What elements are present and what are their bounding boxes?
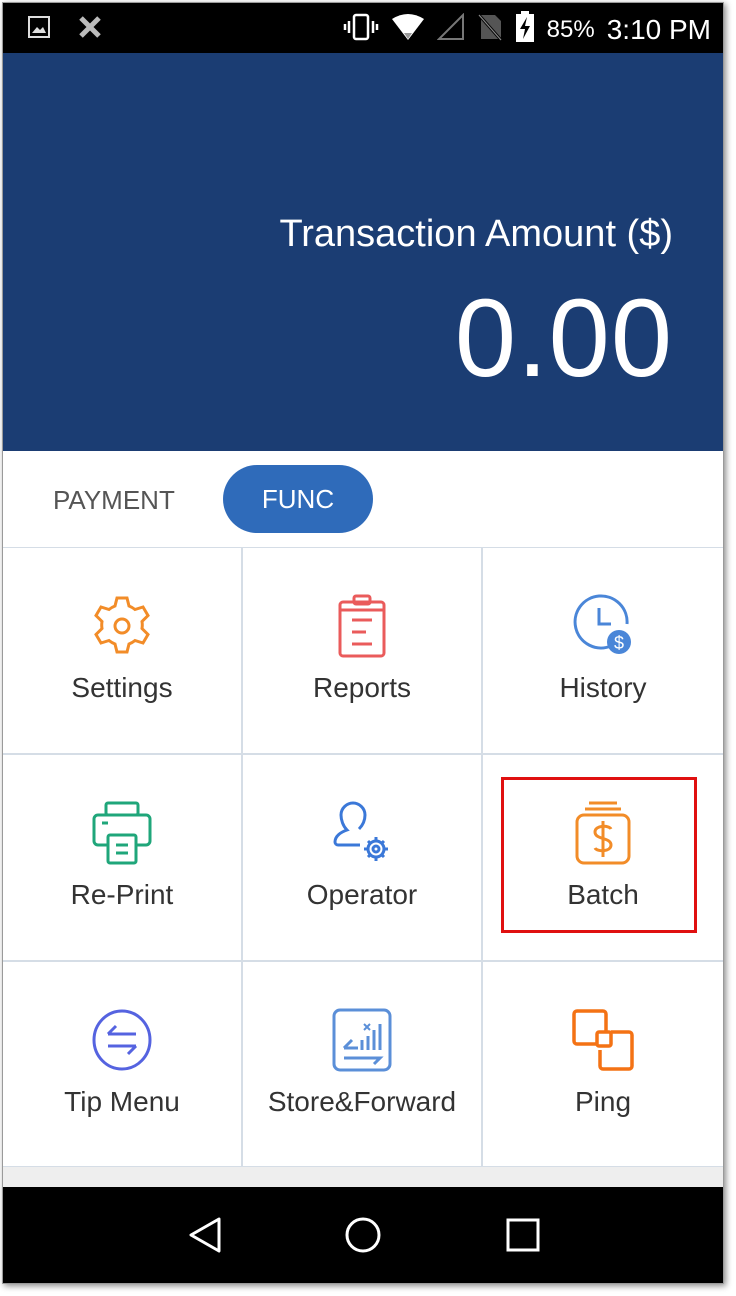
- swap-arrows-icon: [90, 1008, 154, 1072]
- tab-payment[interactable]: PAYMENT: [53, 485, 175, 516]
- amount-label: Transaction Amount ($): [279, 213, 673, 255]
- store-forward-label: Store&Forward: [267, 1086, 457, 1117]
- amount-header: Transaction Amount ($) 0.00: [3, 53, 723, 451]
- navigation-bar: [3, 1187, 723, 1283]
- store-forward-icon: [330, 1008, 394, 1072]
- scroll-bottom-strip: [3, 1167, 723, 1187]
- recents-icon[interactable]: [503, 1215, 543, 1255]
- clock-dollar-icon: $: [571, 594, 635, 658]
- no-sim-icon: [477, 13, 503, 46]
- status-bar: 85% 3:10 PM: [3, 3, 723, 53]
- app-notification-icon: [79, 16, 101, 43]
- tip-menu-button[interactable]: Tip Menu: [3, 962, 243, 1168]
- clipboard-icon: [330, 594, 394, 658]
- tip-menu-label: Tip Menu: [64, 1086, 180, 1117]
- operator-label: Operator: [306, 879, 418, 910]
- printer-icon: [90, 801, 154, 865]
- battery-charging-icon: [515, 11, 535, 48]
- image-icon: [27, 15, 51, 44]
- tab-bar: PAYMENT FUNC: [3, 451, 723, 547]
- function-grid: Settings Reports $ History Re-Print Oper…: [3, 547, 723, 1168]
- reports-button[interactable]: Reports: [243, 548, 483, 755]
- reprint-button[interactable]: Re-Print: [3, 755, 243, 962]
- vibrate-icon: [343, 13, 379, 46]
- reprint-label: Re-Print: [70, 879, 174, 910]
- back-icon[interactable]: [185, 1215, 225, 1255]
- ping-squares-icon: [571, 1008, 635, 1072]
- clock: 3:10 PM: [606, 13, 711, 45]
- home-icon[interactable]: [343, 1215, 383, 1255]
- battery-percent: 85%: [546, 15, 595, 43]
- device-screen: 85% 3:10 PM Transaction Amount ($) 0.00 …: [2, 2, 724, 1284]
- ping-button[interactable]: Ping: [483, 962, 723, 1168]
- history-button[interactable]: $ History: [483, 548, 723, 755]
- batch-button[interactable]: Batch: [483, 755, 723, 962]
- amount-value: 0.00: [454, 277, 673, 400]
- wifi-icon: [391, 13, 425, 46]
- store-forward-button[interactable]: Store&Forward: [243, 962, 483, 1168]
- settings-button[interactable]: Settings: [3, 548, 243, 755]
- history-label: History: [559, 672, 647, 703]
- user-gear-icon: [330, 801, 394, 865]
- gear-icon: [90, 594, 154, 658]
- tab-func[interactable]: FUNC: [223, 465, 373, 533]
- selection-highlight: [501, 777, 697, 933]
- signal-icon: [436, 12, 465, 46]
- svg-text:$: $: [614, 633, 624, 653]
- settings-label: Settings: [71, 672, 173, 703]
- operator-button[interactable]: Operator: [243, 755, 483, 962]
- tab-func-label: FUNC: [261, 483, 335, 514]
- reports-label: Reports: [312, 672, 412, 703]
- ping-label: Ping: [574, 1086, 632, 1117]
